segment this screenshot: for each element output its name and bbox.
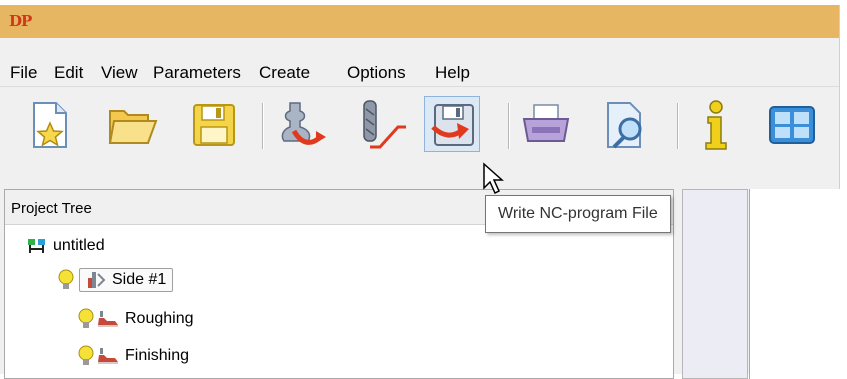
roughing-operation-icon — [98, 311, 118, 327]
tree-item-label: Roughing — [125, 310, 194, 327]
toolbar — [0, 87, 839, 189]
tree-item-label: Finishing — [125, 347, 190, 364]
lightbulb-icon — [78, 345, 94, 365]
new-project-icon — [33, 102, 67, 148]
toolbar-separator — [677, 103, 679, 149]
toolbar-separator — [508, 103, 510, 149]
panel-splitter-area[interactable] — [682, 189, 748, 379]
save-button[interactable] — [186, 97, 242, 153]
print-button[interactable] — [518, 97, 574, 153]
title-bar: DP — [0, 5, 839, 38]
tree-item-finishing[interactable]: Finishing — [77, 344, 189, 368]
menu-create[interactable]: Create — [259, 63, 310, 83]
tool-path-icon — [363, 100, 406, 149]
menu-edit[interactable]: Edit — [54, 63, 83, 83]
lightbulb-icon — [78, 308, 94, 328]
finishing-operation-icon — [98, 348, 118, 364]
project-icon — [28, 239, 45, 253]
menu-view[interactable]: View — [101, 63, 138, 83]
lightbulb-icon — [58, 269, 74, 289]
toolbar-separator — [262, 103, 264, 149]
side-node[interactable]: Side #1 — [79, 268, 174, 292]
menu-file[interactable]: File — [10, 63, 37, 83]
mouse-cursor-icon — [483, 162, 504, 195]
open-button[interactable] — [104, 97, 160, 153]
print-preview-icon — [607, 102, 642, 149]
menu-bar: File Edit View Parameters Create Options… — [0, 38, 839, 87]
app-window: DP File Edit View Parameters Create Opti… — [0, 5, 840, 379]
menu-options[interactable]: Options — [347, 63, 406, 83]
tree-item-roughing[interactable]: Roughing — [77, 307, 194, 331]
save-icon — [193, 104, 235, 146]
open-folder-icon — [108, 110, 158, 144]
tooltip: Write NC-program File — [485, 195, 671, 233]
new-project-button[interactable] — [22, 97, 78, 153]
print-preview-button[interactable] — [598, 97, 654, 153]
app-logo: DP — [9, 12, 32, 30]
menu-parameters[interactable]: Parameters — [153, 63, 241, 83]
turn-part-button[interactable] — [272, 97, 328, 153]
info-button[interactable] — [688, 97, 744, 153]
window-layout-button[interactable] — [764, 97, 820, 153]
tool-path-button[interactable] — [352, 97, 408, 153]
info-icon — [705, 100, 727, 150]
workspace-panel — [749, 189, 840, 379]
write-nc-program-icon — [431, 104, 474, 146]
window-layout-icon — [769, 106, 815, 144]
write-nc-program-button[interactable] — [424, 96, 480, 152]
tree-item-root[interactable]: untitled — [27, 234, 105, 258]
turn-part-export-icon — [281, 102, 326, 145]
tree-item-side[interactable]: Side #1 — [57, 268, 174, 292]
project-tree-title: Project Tree — [11, 200, 92, 217]
side-icon — [88, 272, 106, 288]
tree-item-label: Side #1 — [112, 271, 167, 288]
print-icon — [522, 104, 570, 142]
menu-help[interactable]: Help — [435, 63, 470, 83]
tree-item-label: untitled — [53, 237, 105, 254]
